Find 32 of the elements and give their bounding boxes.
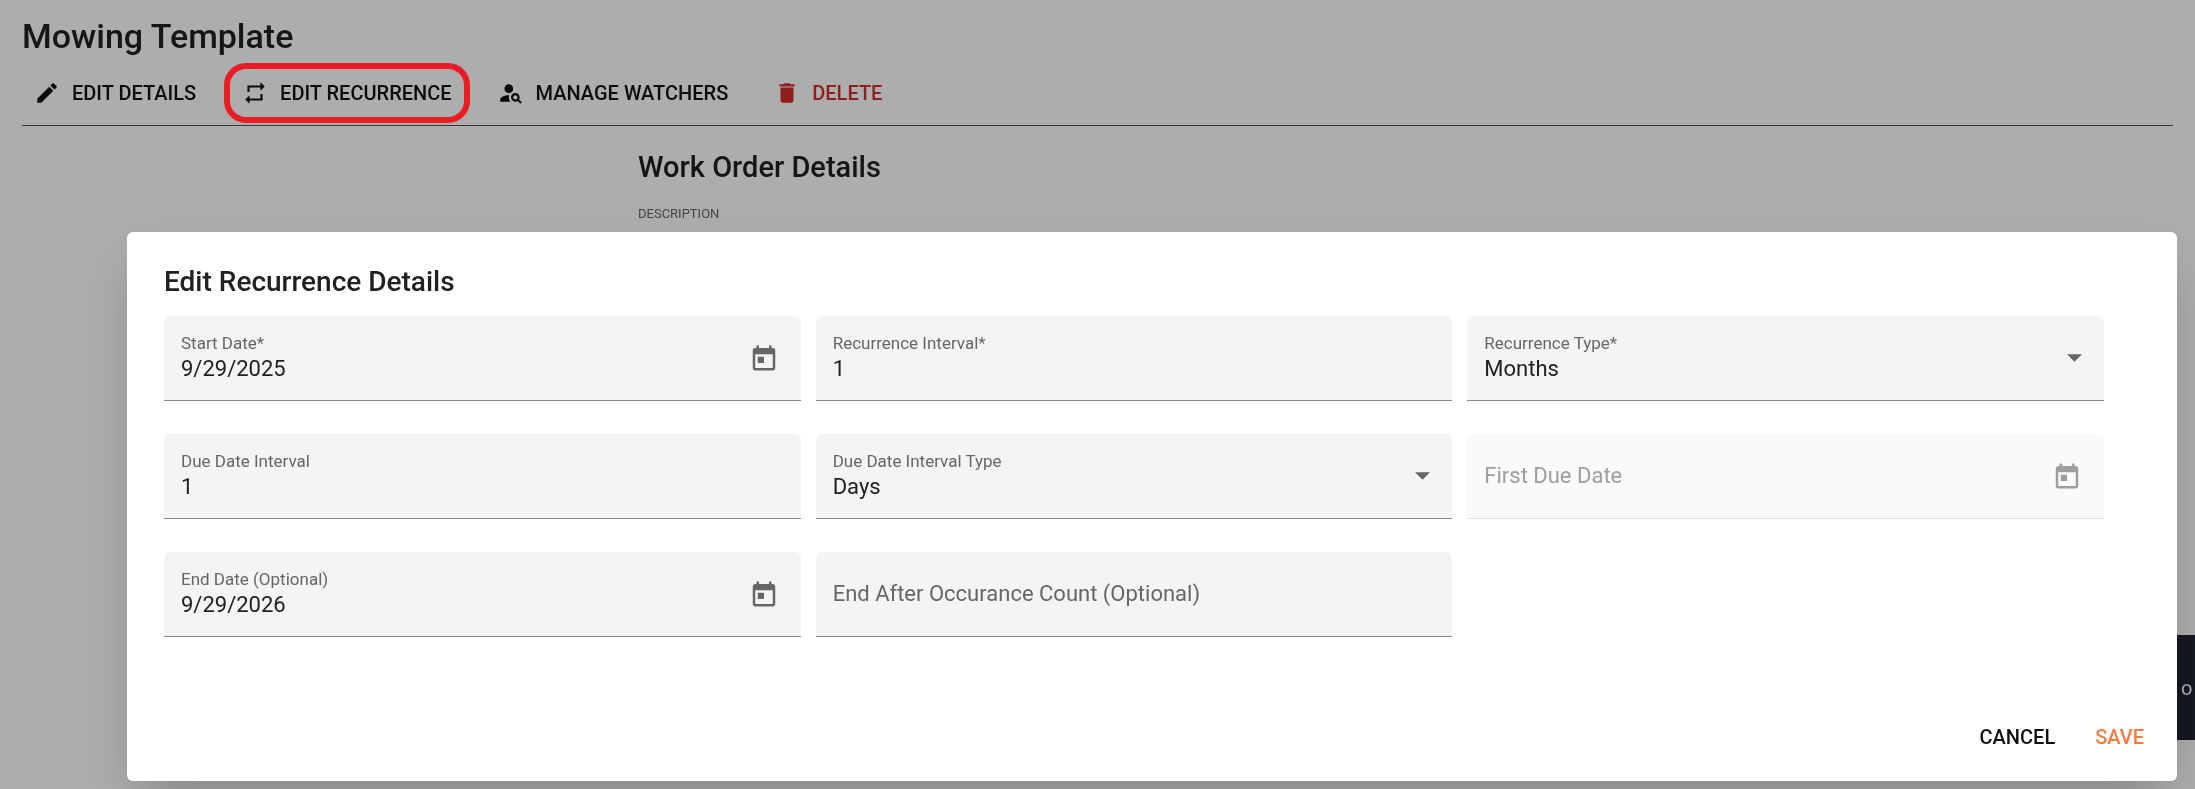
input-field[interactable]: End After Occurance Count (Optional) <box>815 552 1453 637</box>
caret-icon <box>1415 472 1431 480</box>
toolbar-button[interactable]: MANAGE WATCHERS <box>485 70 741 115</box>
page-title: Mowing Template <box>22 15 294 58</box>
dialog-title: Edit Recurrence Details <box>164 264 455 300</box>
field-value: 1 <box>181 473 194 501</box>
input-field[interactable]: Due Date Interval 1 <box>164 434 801 519</box>
field-label: Recurrence Interval* <box>832 332 986 354</box>
field-label: Due Date Interval Type <box>832 450 1002 472</box>
field-value: 9/29/2025 <box>181 355 286 383</box>
field-value: Months <box>1484 355 1559 383</box>
cancel-button[interactable]: CANCEL <box>1969 717 2066 757</box>
select-field[interactable]: Due Date Interval Type Days <box>815 434 1453 519</box>
field-label: First Due Date <box>1484 462 1623 490</box>
field-value: 1 <box>832 355 846 383</box>
input-field[interactable]: Recurrence Interval* 1 <box>815 316 1453 401</box>
field-label: Recurrence Type* <box>1484 332 1618 354</box>
field-label: End Date (Optional) <box>181 568 329 590</box>
date-field[interactable]: Start Date* 9/29/2025 <box>164 316 801 401</box>
field-label: DESCRIPTION <box>638 204 721 223</box>
field-label: Start Date* <box>181 332 265 354</box>
toolbar-button[interactable]: EDIT DETAILS <box>22 70 209 115</box>
section-title: Work Order Details <box>638 149 881 186</box>
select-field[interactable]: Recurrence Type* Months <box>1467 316 2104 401</box>
field-value: 9/29/2026 <box>181 591 286 619</box>
toolbar-button[interactable]: DELETE <box>762 70 895 115</box>
caret-icon <box>2067 354 2082 362</box>
field-label: Due Date Interval <box>181 450 310 472</box>
date-field[interactable]: End Date (Optional) 9/29/2026 <box>164 552 801 637</box>
toolbar-button[interactable]: EDIT RECURRENCE <box>230 70 464 115</box>
field-value: Days <box>832 473 881 501</box>
field-label: End After Occurance Count (Optional) <box>832 580 1201 608</box>
